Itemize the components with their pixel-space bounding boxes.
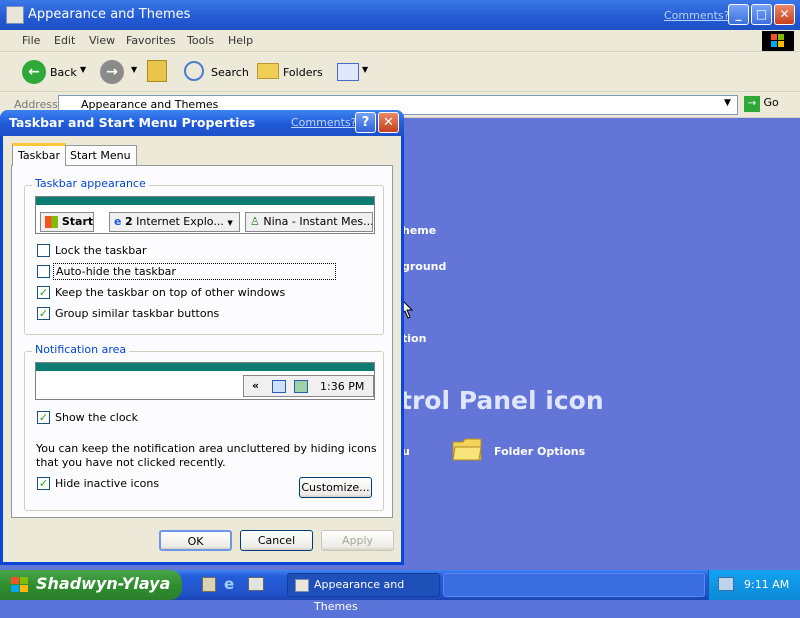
lock-taskbar-label[interactable]: Lock the taskbar bbox=[55, 244, 147, 257]
explorer-comments-link[interactable]: Comments? bbox=[664, 9, 729, 22]
go-arrow-icon: → bbox=[744, 96, 760, 112]
back-dropdown-icon[interactable]: ▼ bbox=[80, 65, 86, 74]
group-buttons-label[interactable]: Group similar taskbar buttons bbox=[55, 307, 219, 320]
menu-tools[interactable]: Tools bbox=[187, 34, 214, 47]
control-panel-heading: trol Panel icon bbox=[400, 386, 604, 415]
dialog-title: Taskbar and Start Menu Properties bbox=[9, 115, 256, 130]
notification-preview: « 1:36 PM bbox=[35, 362, 375, 400]
hide-inactive-checkbox[interactable]: ✓ bbox=[37, 477, 50, 490]
maximize-button[interactable]: □ bbox=[751, 4, 772, 25]
lock-taskbar-checkbox[interactable] bbox=[37, 244, 50, 257]
show-desktop-icon[interactable] bbox=[202, 577, 216, 592]
link-theme-partial[interactable]: heme bbox=[402, 224, 436, 237]
dialog-titlebar: Taskbar and Start Menu Properties Commen… bbox=[0, 110, 404, 136]
hide-inactive-label[interactable]: Hide inactive icons bbox=[55, 477, 159, 490]
folder-options-icon[interactable] bbox=[452, 436, 482, 462]
ie-quicklaunch-icon[interactable]: e bbox=[224, 575, 234, 593]
menu-help[interactable]: Help bbox=[228, 34, 253, 47]
ie-icon: e bbox=[114, 215, 122, 228]
clock[interactable]: 9:11 AM bbox=[744, 578, 789, 591]
folders-label[interactable]: Folders bbox=[283, 66, 323, 79]
messenger-icon: ♙ bbox=[250, 215, 260, 228]
taskbar-item-blank[interactable] bbox=[443, 573, 705, 597]
customize-button[interactable]: Customize... bbox=[299, 477, 372, 498]
folder-options-link[interactable]: Folder Options bbox=[494, 445, 585, 458]
help-button[interactable]: ? bbox=[355, 112, 376, 133]
notification-description: You can keep the notification area unclu… bbox=[36, 442, 377, 469]
close-button[interactable]: ✕ bbox=[774, 4, 795, 25]
search-label[interactable]: Search bbox=[211, 66, 249, 79]
notification-area-label: Notification area bbox=[32, 343, 130, 356]
auto-hide-label[interactable]: Auto-hide the taskbar bbox=[53, 263, 336, 280]
back-label[interactable]: Back bbox=[50, 66, 77, 79]
go-button[interactable]: → Go bbox=[744, 96, 779, 112]
show-clock-checkbox[interactable]: ✓ bbox=[37, 411, 50, 424]
menu-view[interactable]: View bbox=[89, 34, 115, 47]
preview-ie-button: e 2 Internet Explo... ▼ bbox=[109, 212, 240, 232]
cancel-button[interactable]: Cancel bbox=[240, 530, 313, 551]
menu-edit[interactable]: Edit bbox=[54, 34, 75, 47]
show-clock-label[interactable]: Show the clock bbox=[55, 411, 138, 424]
views-dropdown-icon[interactable]: ▼ bbox=[362, 65, 368, 74]
start-label[interactable]: Shadwyn-Ylaya bbox=[36, 574, 170, 593]
menu-favorites[interactable]: Favorites bbox=[126, 34, 176, 47]
keep-on-top-label[interactable]: Keep the taskbar on top of other windows bbox=[55, 286, 285, 299]
tray-preview-time: 1:36 PM bbox=[320, 380, 365, 393]
windows-flag-icon bbox=[10, 576, 30, 594]
taskbar-tab-panel: Taskbar appearance Start e 2 Internet Ex… bbox=[11, 165, 393, 518]
address-dropdown-icon[interactable]: ▼ bbox=[724, 98, 731, 108]
apply-button[interactable]: Apply bbox=[321, 530, 394, 551]
tab-taskbar[interactable]: Taskbar bbox=[12, 143, 66, 166]
control-panel-icon bbox=[6, 6, 24, 24]
network-icon bbox=[294, 380, 308, 393]
menu-file[interactable]: File bbox=[22, 34, 40, 47]
ok-button[interactable]: OK bbox=[159, 530, 232, 551]
explorer-title: Appearance and Themes bbox=[28, 7, 191, 22]
control-panel-content bbox=[400, 118, 800, 568]
windows-logo-icon bbox=[762, 31, 794, 51]
forward-dropdown-icon[interactable]: ▼ bbox=[131, 65, 137, 74]
link-resolution-partial[interactable]: tion bbox=[402, 332, 426, 345]
tray-preview: « 1:36 PM bbox=[243, 375, 374, 397]
views-icon[interactable] bbox=[337, 63, 359, 81]
sync-icon bbox=[272, 380, 286, 393]
forward-arrow-icon[interactable]: → bbox=[100, 60, 124, 84]
explorer-toolbar: ← Back ▼ → ▼ Search Folders ▼ bbox=[0, 52, 800, 92]
minimize-button[interactable]: _ bbox=[728, 4, 749, 25]
auto-hide-checkbox[interactable] bbox=[37, 265, 50, 278]
group-buttons-checkbox[interactable]: ✓ bbox=[37, 307, 50, 320]
link-background-partial[interactable]: ground bbox=[402, 260, 446, 273]
network-tray-icon[interactable] bbox=[718, 577, 734, 591]
taskbar-appearance-label: Taskbar appearance bbox=[32, 177, 149, 190]
preview-start-button: Start bbox=[40, 212, 94, 232]
folders-icon[interactable] bbox=[257, 63, 279, 79]
menubar: File Edit View Favorites Tools Help bbox=[0, 30, 800, 52]
control-panel-small-icon bbox=[295, 579, 309, 592]
taskbar-preview: Start e 2 Internet Explo... ▼ ♙ Nina - I… bbox=[35, 196, 375, 234]
dialog-close-button[interactable]: ✕ bbox=[378, 112, 399, 133]
dialog-comments-link[interactable]: Comments? bbox=[291, 116, 356, 129]
taskbar-properties-dialog: Taskbar and Start Menu Properties Commen… bbox=[0, 110, 404, 565]
keep-on-top-checkbox[interactable]: ✓ bbox=[37, 286, 50, 299]
expand-arrows-icon: « bbox=[252, 379, 260, 392]
search-icon[interactable] bbox=[184, 61, 204, 81]
back-arrow-icon[interactable]: ← bbox=[22, 60, 46, 84]
group-dropdown-icon: ▼ bbox=[227, 219, 233, 227]
messenger-quicklaunch-icon[interactable] bbox=[248, 577, 264, 591]
go-label: Go bbox=[763, 96, 779, 109]
up-folder-icon[interactable] bbox=[147, 60, 167, 82]
taskbar-item-appearance[interactable]: Appearance and Themes bbox=[287, 573, 440, 613]
windows-flag-icon bbox=[45, 216, 58, 228]
tab-start-menu[interactable]: Start Menu bbox=[64, 145, 137, 165]
preview-messenger-button: ♙ Nina - Instant Mes... bbox=[245, 212, 373, 232]
